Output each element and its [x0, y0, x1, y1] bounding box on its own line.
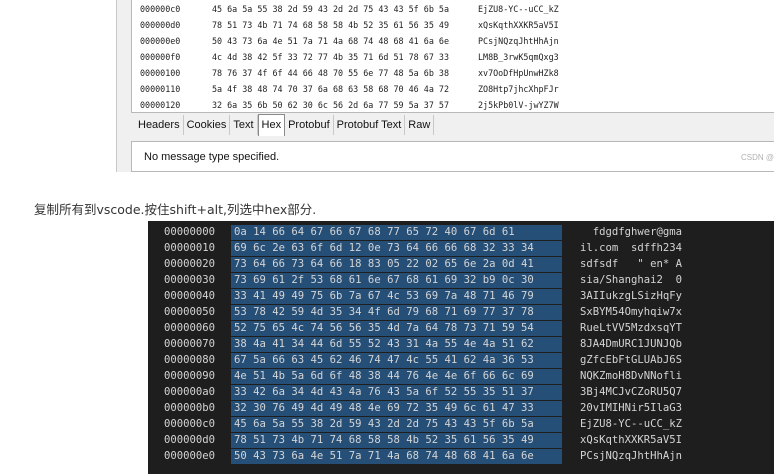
message-status-box: No message type specified. CSDN @	[131, 141, 774, 172]
hex-bytes: 5a 4f 38 48 74 70 37 6a 68 63 58 68 70 4…	[212, 84, 449, 94]
line-offset: 000000b0	[164, 402, 216, 414]
line-ascii: xQsKqthXXKR5aV5I	[580, 434, 683, 446]
line-hex-bytes: 78 51 73 4b 71 74 68 58 58 4b 52 35 61 5…	[234, 434, 534, 446]
line-offset: 00000020	[164, 258, 216, 270]
line-ascii: 8JA4DmURC1JUNJQb	[580, 338, 683, 350]
line-offset: 000000e0	[164, 450, 216, 462]
editor-line: 00000080 67 5a 66 63 45 62 46 74 47 4c 55…	[148, 352, 774, 368]
tab-cookies[interactable]: Cookies	[184, 115, 231, 135]
editor-line: 00000090 4e 51 4b 5a 6d 6f 48 38 44 76 4e…	[148, 368, 774, 384]
tab-headers[interactable]: Headers	[135, 115, 184, 135]
hex-bytes: 4c 4d 38 42 5f 33 72 77 4b 35 71 6d 51 7…	[212, 52, 449, 62]
line-ascii: SxBYM54Omyhqiw7x	[580, 306, 683, 318]
line-ascii: 3AIIukzgLSizHqFy	[580, 290, 683, 302]
tab-raw[interactable]: Raw	[405, 115, 435, 135]
line-hex-bytes: 67 5a 66 63 45 62 46 74 47 4c 55 41 62 4…	[234, 354, 534, 366]
line-hex-bytes: 33 41 49 49 75 6b 7a 67 4c 53 69 7a 48 7…	[234, 290, 534, 302]
line-ascii: 3Bj4MCJvCZoRU5Q7	[580, 386, 683, 398]
line-hex-bytes: 32 30 76 49 4d 49 48 4e 69 72 35 49 6c 6…	[234, 402, 534, 414]
tab-hex[interactable]: Hex	[257, 114, 286, 136]
line-offset: 000000c0	[164, 418, 216, 430]
line-offset: 000000a0	[164, 386, 216, 398]
line-hex-bytes: 73 69 61 2f 53 68 61 6e 67 68 61 69 32 b…	[234, 274, 534, 286]
editor-line: 00000000 0a 14 66 64 67 66 67 68 77 65 72…	[148, 224, 774, 240]
hex-offset: 000000d0	[140, 20, 181, 30]
line-ascii: NQKZmoH8DvNNofli	[580, 370, 683, 382]
watermark-text: CSDN @	[740, 153, 774, 162]
line-offset: 00000090	[164, 370, 216, 382]
hex-offset: 00000120	[140, 100, 181, 110]
hex-ascii: xv7OoDfHpUnwHZk8	[478, 68, 559, 78]
line-ascii: gZfcEbFtGLUAbJ6S	[580, 354, 683, 366]
line-offset: 00000080	[164, 354, 216, 366]
line-offset: 00000010	[164, 242, 216, 254]
hex-bytes: 45 6a 5a 55 38 2d 59 43 2d 2d 75 43 43 5…	[212, 4, 449, 14]
hex-bytes: 32 6a 35 6b 50 62 30 6c 56 2d 6a 77 59 5…	[212, 100, 449, 110]
hex-ascii: ZO8Htp7jhcXhpFJr	[478, 84, 559, 94]
hex-bytes: 78 51 73 4b 71 74 68 58 58 4b 52 35 61 5…	[212, 20, 449, 30]
line-offset: 00000050	[164, 306, 216, 318]
tab-protobuf-text[interactable]: Protobuf Text	[334, 115, 406, 135]
line-ascii: 20vIMIHNir5IlaG3	[580, 402, 683, 414]
line-hex-bytes: 69 6c 2e 63 6f 6d 12 0e 73 64 66 66 68 3…	[234, 242, 534, 254]
line-hex-bytes: 38 4a 41 34 44 6d 55 52 43 31 4a 55 4e 4…	[234, 338, 534, 350]
hex-ascii: LM8B_3rwK5qmQxg3	[478, 52, 559, 62]
hex-ascii: xQsKqthXXKR5aV5I	[478, 20, 559, 30]
editor-line: 000000d0 78 51 73 4b 71 74 68 58 58 4b 52…	[148, 432, 774, 448]
editor-line: 000000a0 33 42 6a 34 4d 43 4a 76 43 5a 6f…	[148, 384, 774, 400]
line-hex-bytes: 50 43 73 6a 4e 51 7a 71 4a 68 74 48 68 4…	[234, 450, 534, 462]
hex-viewer[interactable]: 000000c0 45 6a 5a 55 38 2d 59 43 2d 2d 75…	[131, 0, 774, 113]
editor-line: 00000070 38 4a 41 34 44 6d 55 52 43 31 4a…	[148, 336, 774, 352]
editor-line: 00000020 73 64 66 73 64 66 18 83 05 22 02…	[148, 256, 774, 272]
line-offset: 00000070	[164, 338, 216, 350]
hex-ascii: PCsjNQzqJhtHhAjn	[478, 36, 559, 46]
fiddler-inspector-panel: 000000c0 45 6a 5a 55 38 2d 59 43 2d 2d 75…	[116, 0, 774, 172]
line-hex-bytes: 53 78 42 59 4d 35 34 4f 6d 79 68 71 69 7…	[234, 306, 534, 318]
vscode-editor[interactable]: 00000000 0a 14 66 64 67 66 67 68 77 65 72…	[148, 221, 774, 474]
line-hex-bytes: 0a 14 66 64 67 66 67 68 77 65 72 40 67 6…	[234, 226, 515, 238]
hex-ascii: 2j5kPb0lV-jwYZ7W	[478, 100, 559, 110]
hex-offset: 000000f0	[140, 52, 181, 62]
line-offset: 00000030	[164, 274, 216, 286]
editor-line: 00000030 73 69 61 2f 53 68 61 6e 67 68 61…	[148, 272, 774, 288]
line-ascii: sia/Shanghai2 0	[580, 274, 683, 286]
tab-text[interactable]: Text	[230, 115, 258, 135]
tab-protobuf[interactable]: Protobuf	[285, 115, 334, 135]
caption-text: 复制所有到vscode.按住shift+alt,列选中hex部分.	[34, 202, 317, 217]
line-ascii: il.com sdffh234	[580, 242, 683, 254]
editor-line: 000000e0 50 43 73 6a 4e 51 7a 71 4a 68 74…	[148, 448, 774, 464]
line-hex-bytes: 73 64 66 73 64 66 18 83 05 22 02 65 6e 2…	[234, 258, 534, 270]
hex-bytes: 50 43 73 6a 4e 51 7a 71 4a 68 74 48 68 4…	[212, 36, 449, 46]
hex-offset: 000000e0	[140, 36, 181, 46]
line-offset: 00000060	[164, 322, 216, 334]
line-hex-bytes: 45 6a 5a 55 38 2d 59 43 2d 2d 75 43 43 5…	[234, 418, 534, 430]
editor-line: 000000b0 32 30 76 49 4d 49 48 4e 69 72 35…	[148, 400, 774, 416]
line-hex-bytes: 4e 51 4b 5a 6d 6f 48 38 44 76 4e 4e 6f 6…	[234, 370, 534, 382]
line-ascii: EjZU8-YC--uCC_kZ	[580, 418, 683, 430]
editor-line: 00000050 53 78 42 59 4d 35 34 4f 6d 79 68…	[148, 304, 774, 320]
line-hex-bytes: 52 75 65 4c 74 56 56 35 4d 7a 64 78 73 7…	[234, 322, 534, 334]
line-ascii: PCsjNQzqJhtHhAjn	[580, 450, 683, 462]
line-ascii: fdgdfghwer@gma	[580, 226, 683, 238]
line-ascii: sdfsdf " en* A	[580, 258, 683, 270]
hex-offset: 00000110	[140, 84, 181, 94]
line-offset: 00000040	[164, 290, 216, 302]
line-hex-bytes: 33 42 6a 34 4d 43 4a 76 43 5a 6f 52 55 3…	[234, 386, 534, 398]
hex-offset: 000000c0	[140, 4, 181, 14]
editor-line: 00000010 69 6c 2e 63 6f 6d 12 0e 73 64 66…	[148, 240, 774, 256]
hex-offset: 00000100	[140, 68, 181, 78]
line-ascii: RueLtVV5MzdxsqYT	[580, 322, 683, 334]
status-text: No message type specified.	[144, 151, 280, 163]
line-offset: 00000000	[164, 226, 216, 238]
line-offset: 000000d0	[164, 434, 216, 446]
hex-bytes: 78 76 37 4f 6f 44 66 48 70 55 6e 77 48 5…	[212, 68, 449, 78]
editor-line: 00000060 52 75 65 4c 74 56 56 35 4d 7a 64…	[148, 320, 774, 336]
hex-ascii: EjZU8-YC--uCC_kZ	[478, 4, 559, 14]
editor-line: 000000c0 45 6a 5a 55 38 2d 59 43 2d 2d 75…	[148, 416, 774, 432]
editor-line: 00000040 33 41 49 49 75 6b 7a 67 4c 53 69…	[148, 288, 774, 304]
inspector-tab-strip: Headers Cookies Text Hex Protobuf Protobuf Te…	[135, 114, 435, 136]
